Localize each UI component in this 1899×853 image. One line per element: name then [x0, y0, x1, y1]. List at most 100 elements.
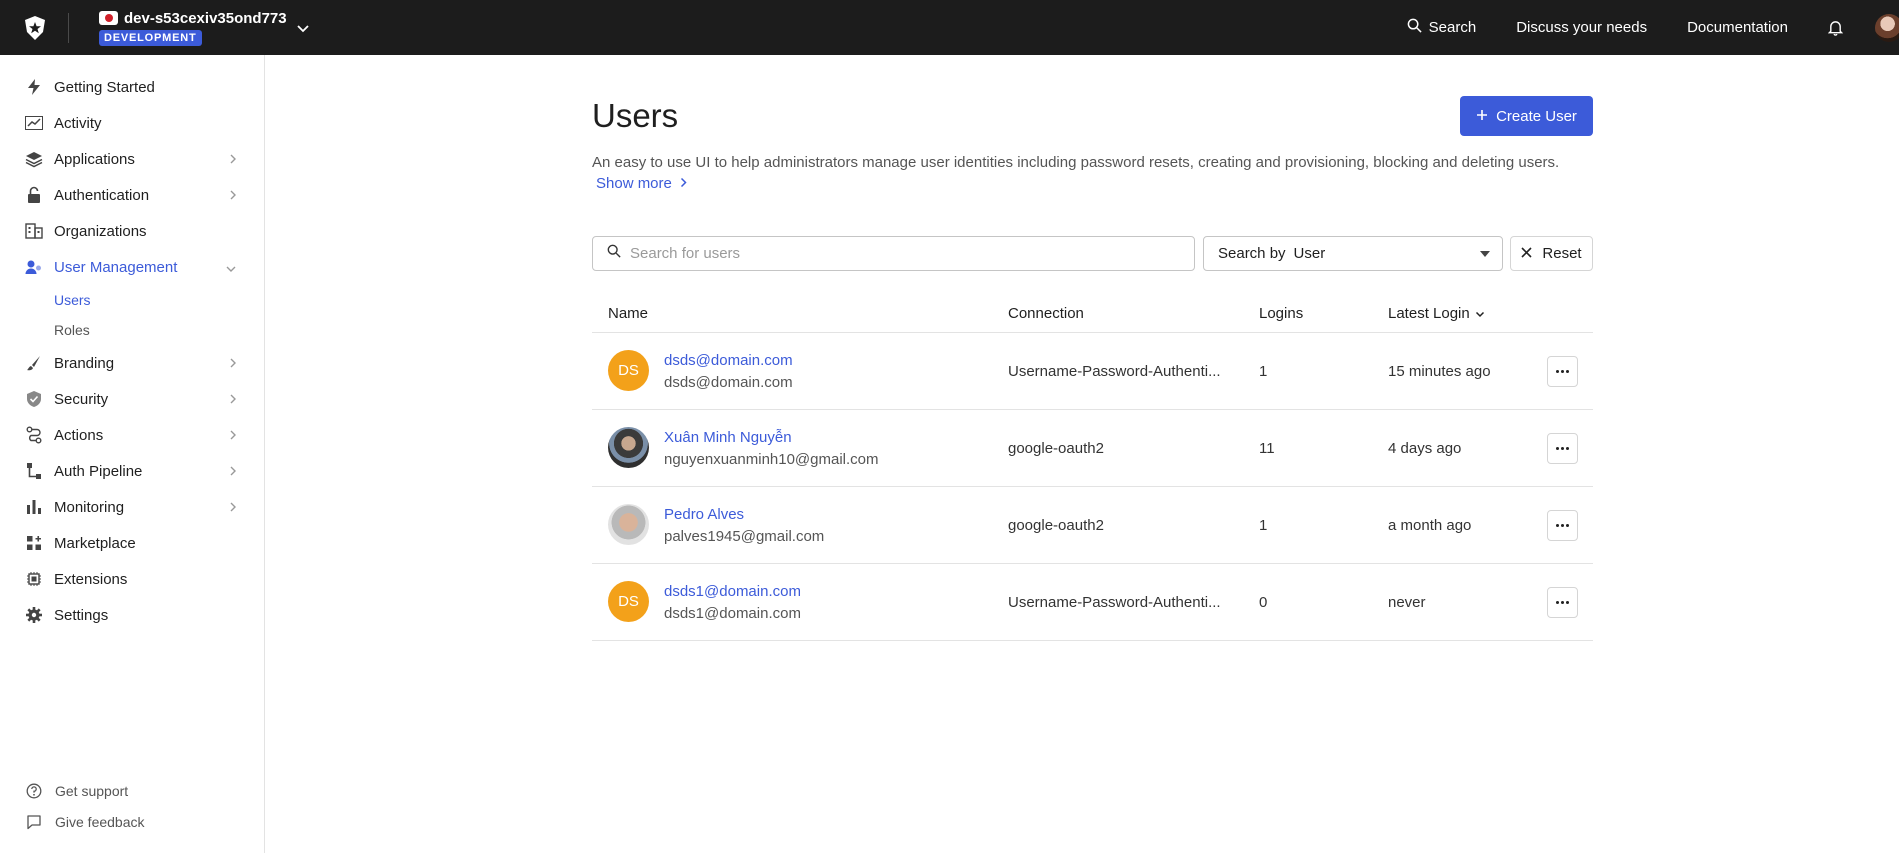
user-avatar: DS: [608, 350, 649, 391]
user-avatar: DS: [608, 581, 649, 622]
column-header-logins: Logins: [1259, 305, 1304, 322]
create-user-label: Create User: [1496, 107, 1577, 125]
table-row[interactable]: DS dsds@domain.com dsds@domain.com Usern…: [592, 333, 1593, 410]
row-actions-button[interactable]: [1547, 510, 1578, 541]
get-support-link[interactable]: Get support: [0, 775, 264, 806]
more-horizontal-icon: [1556, 524, 1569, 527]
table-row[interactable]: Pedro Alves palves1945@gmail.com google-…: [592, 487, 1593, 564]
sidebar-item-organizations[interactable]: Organizations: [0, 213, 264, 249]
sidebar-item-monitoring[interactable]: Monitoring: [0, 489, 264, 525]
bars-icon: [25, 498, 43, 516]
show-more-label: Show more: [596, 175, 672, 192]
user-name-link[interactable]: Xuân Minh Nguyễn: [664, 429, 792, 446]
bell-icon[interactable]: [1828, 19, 1843, 36]
documentation-link[interactable]: Documentation: [1687, 19, 1788, 36]
user-logins: 1: [1259, 517, 1268, 534]
plus-icon: [1476, 108, 1488, 125]
give-feedback-link[interactable]: Give feedback: [0, 806, 264, 837]
sidebar: Getting Started Activity Applications Au…: [0, 55, 265, 853]
sidebar-item-activity[interactable]: Activity: [0, 105, 264, 141]
user-name-link[interactable]: dsds1@domain.com: [664, 583, 801, 600]
japan-flag-icon: [99, 11, 118, 25]
discuss-needs-link[interactable]: Discuss your needs: [1516, 19, 1647, 36]
sidebar-item-branding[interactable]: Branding: [0, 345, 264, 381]
brush-icon: [25, 354, 43, 372]
sidebar-item-user-management[interactable]: User Management: [0, 249, 264, 285]
close-icon: [1521, 245, 1532, 262]
search-users-box: [592, 236, 1195, 271]
grid-plus-icon: [25, 534, 43, 552]
sidebar-item-label: Activity: [54, 114, 102, 132]
user-avatar: [608, 504, 649, 545]
table-row[interactable]: DS dsds1@domain.com dsds1@domain.com Use…: [592, 564, 1593, 641]
flow-icon: [25, 426, 43, 444]
sidebar-item-extensions[interactable]: Extensions: [0, 561, 264, 597]
sidebar-item-label: Actions: [54, 426, 104, 444]
chevron-right-icon: [680, 175, 687, 192]
create-user-button[interactable]: Create User: [1460, 96, 1593, 136]
sidebar-item-label: Marketplace: [54, 534, 136, 552]
sidebar-item-label: Security: [54, 390, 109, 408]
show-more-link[interactable]: Show more: [596, 175, 687, 192]
topbar-divider: [68, 12, 69, 43]
sidebar-item-label: Settings: [54, 606, 109, 624]
sidebar-subitem-roles[interactable]: Roles: [0, 315, 264, 345]
sidebar-item-marketplace[interactable]: Marketplace: [0, 525, 264, 561]
table-header: Name Connection Logins Latest Login: [592, 295, 1593, 333]
auth0-logo-icon[interactable]: [22, 15, 48, 41]
search-label: Search: [1428, 19, 1477, 36]
sidebar-item-label: Auth Pipeline: [54, 462, 143, 480]
search-by-value: User: [1293, 245, 1326, 262]
page-description: An easy to use UI to help administrators…: [592, 154, 1560, 171]
row-actions-button[interactable]: [1547, 356, 1578, 387]
user-name-link[interactable]: dsds@domain.com: [664, 352, 793, 369]
sidebar-item-label: Monitoring: [54, 498, 125, 516]
row-actions-button[interactable]: [1547, 433, 1578, 464]
sidebar-item-label: Branding: [54, 354, 115, 372]
column-header-name: Name: [608, 305, 649, 322]
user-name-link[interactable]: Pedro Alves: [664, 506, 744, 523]
sidebar-item-label: Extensions: [54, 570, 128, 588]
search-icon: [1407, 18, 1422, 37]
tenant-name: dev-s53cexiv35ond773: [124, 9, 287, 27]
user-connection: google-oauth2: [1008, 440, 1104, 457]
sidebar-item-security[interactable]: Security: [0, 381, 264, 417]
sidebar-item-label: Organizations: [54, 222, 147, 240]
chevron-right-icon: [229, 464, 237, 481]
user-avatar[interactable]: [1875, 13, 1899, 42]
reset-button[interactable]: Reset: [1510, 236, 1593, 271]
row-actions-button[interactable]: [1547, 587, 1578, 618]
chevron-right-icon: [229, 500, 237, 517]
bolt-icon: [25, 78, 43, 96]
tenant-switcher[interactable]: dev-s53cexiv35ond773 DEVELOPMENT: [99, 10, 287, 46]
user-email: dsds@domain.com: [664, 374, 793, 391]
sidebar-item-authentication[interactable]: Authentication: [0, 177, 264, 213]
search-users-input[interactable]: [630, 245, 1170, 262]
user-logins: 0: [1259, 594, 1268, 611]
chevron-right-icon: [229, 188, 237, 205]
page-title: Users: [592, 97, 679, 134]
column-header-connection: Connection: [1008, 305, 1084, 322]
sidebar-item-auth-pipeline[interactable]: Auth Pipeline: [0, 453, 264, 489]
user-latest-login: never: [1388, 594, 1426, 611]
sidebar-item-label: Getting Started: [54, 78, 155, 96]
sidebar-item-actions[interactable]: Actions: [0, 417, 264, 453]
more-horizontal-icon: [1556, 447, 1569, 450]
sidebar-item-settings[interactable]: Settings: [0, 597, 264, 633]
user-latest-login: 4 days ago: [1388, 440, 1462, 457]
search-by-select[interactable]: Search by User: [1203, 236, 1503, 271]
sidebar-subitem-users[interactable]: Users: [0, 285, 264, 315]
layers-icon: [25, 150, 43, 168]
chevron-down-icon[interactable]: [296, 20, 309, 38]
chat-bubble-icon: [26, 814, 42, 830]
user-email: palves1945@gmail.com: [664, 528, 825, 545]
table-row[interactable]: Xuân Minh Nguyễn nguyenxuanminh10@gmail.…: [592, 410, 1593, 487]
search-icon: [607, 244, 621, 263]
sidebar-item-applications[interactable]: Applications: [0, 141, 264, 177]
search-button[interactable]: Search: [1407, 18, 1477, 37]
latest-login-label: Latest Login: [1388, 305, 1470, 322]
more-horizontal-icon: [1556, 370, 1569, 373]
column-header-latest-login[interactable]: Latest Login: [1388, 305, 1485, 322]
gear-icon: [25, 606, 43, 624]
sidebar-item-getting-started[interactable]: Getting Started: [0, 69, 264, 105]
